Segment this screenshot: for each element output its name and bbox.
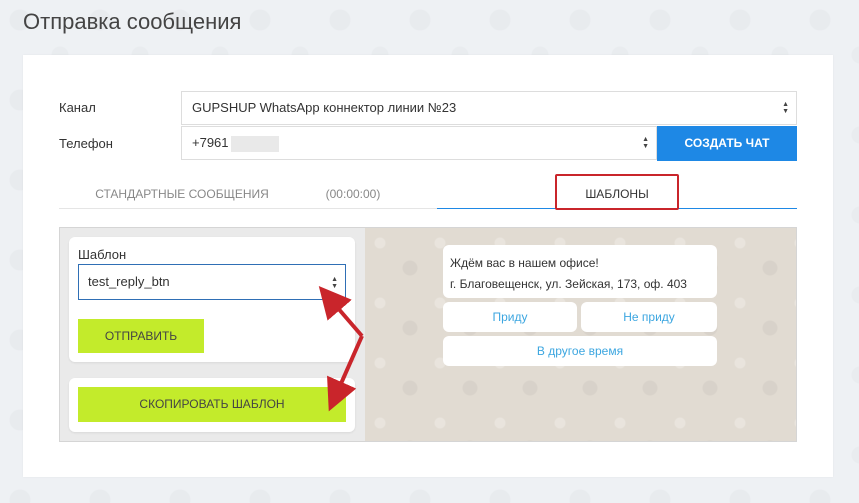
channel-value: GUPSHUP WhatsApp коннектор линии №23 <box>192 100 457 115</box>
select-arrows-icon: ▲ ▼ <box>331 276 338 290</box>
quick-reply-button[interactable]: Не приду <box>581 302 717 332</box>
phone-label: Телефон <box>59 136 113 151</box>
template-panel: Шаблон test_reply_btn ▲ ▼ ОТПРАВИТЬ <box>69 237 355 362</box>
message-bubble: Ждём вас в нашем офисе! г. Благовещенск,… <box>443 245 717 298</box>
select-arrows-icon: ▲ ▼ <box>642 136 649 150</box>
phone-mask <box>230 135 279 152</box>
quick-reply-button[interactable]: В другое время <box>443 336 717 366</box>
page-title: Отправка сообщения <box>23 9 242 34</box>
tab-templates[interactable]: ШАБЛОНЫ <box>437 174 797 210</box>
channel-label: Канал <box>59 100 96 115</box>
select-arrows-icon: ▲ ▼ <box>782 101 789 115</box>
copy-panel: СКОПИРОВАТЬ ШАБЛОН <box>69 378 355 432</box>
send-button[interactable]: ОТПРАВИТЬ <box>78 319 204 353</box>
tab-timer: (00:00:00) <box>325 187 381 201</box>
message-form-card: Канал GUPSHUP WhatsApp коннектор линии №… <box>23 55 833 477</box>
template-controls: Шаблон test_reply_btn ▲ ▼ ОТПРАВИТЬ СКОПИ… <box>60 228 365 441</box>
tab-standard-messages[interactable]: СТАНДАРТНЫЕ СООБЩЕНИЯ <box>59 183 305 208</box>
template-value: test_reply_btn <box>88 274 170 289</box>
quick-reply-button[interactable]: Приду <box>443 302 577 332</box>
templates-content: Шаблон test_reply_btn ▲ ▼ ОТПРАВИТЬ СКОПИ… <box>59 227 797 442</box>
create-chat-button[interactable]: СОЗДАТЬ ЧАТ <box>657 126 797 161</box>
copy-template-button[interactable]: СКОПИРОВАТЬ ШАБЛОН <box>78 387 346 422</box>
message-line-1: Ждём вас в нашем офисе! <box>450 256 599 270</box>
phone-value: +7961 <box>192 135 229 150</box>
tab-templates-label: ШАБЛОНЫ <box>555 174 679 210</box>
template-select[interactable]: test_reply_btn ▲ ▼ <box>78 264 346 300</box>
template-label: Шаблон <box>78 247 127 262</box>
phone-select[interactable]: +7961 ▲ ▼ <box>181 126 657 160</box>
channel-select[interactable]: GUPSHUP WhatsApp коннектор линии №23 ▲ ▼ <box>181 91 797 125</box>
whatsapp-preview: Ждём вас в нашем офисе! г. Благовещенск,… <box>365 228 796 441</box>
message-line-2: г. Благовещенск, ул. Зейская, 173, оф. 4… <box>450 277 687 291</box>
